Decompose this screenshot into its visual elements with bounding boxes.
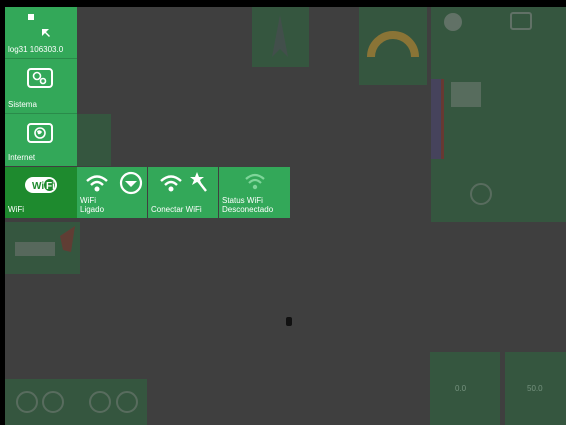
vehicle-marker <box>286 317 292 326</box>
wifi-status-icon <box>245 173 265 190</box>
color-scale-bar <box>431 79 441 159</box>
sync-icon <box>470 183 492 205</box>
menu-item-wifi[interactable]: Wi Fi WiFi <box>5 167 77 218</box>
wifi-toggle-tile[interactable]: WiFi Ligado <box>77 167 147 218</box>
gear-icon <box>16 391 38 413</box>
menu-item-label: WiFi <box>8 205 24 214</box>
book-icon <box>451 82 481 107</box>
connect-wifi-label: Conectar WiFi <box>151 205 202 214</box>
svg-text:Wi: Wi <box>32 181 44 192</box>
background-bottom-left-tile <box>5 379 147 425</box>
compass-arrow-icon <box>272 15 288 57</box>
tractor-icon <box>15 226 75 256</box>
speed-gauge-icon <box>367 31 419 58</box>
steering-wheel-icon <box>89 391 111 413</box>
menu-item-label: Sistema <box>8 100 37 109</box>
wifi-toggle-label: WiFi Ligado <box>80 196 105 214</box>
monitor-icon <box>510 12 532 30</box>
chevron-down-circle-icon[interactable] <box>119 171 143 195</box>
info-icon <box>116 391 138 413</box>
svg-text:Fi: Fi <box>46 181 55 192</box>
stop-square-icon <box>28 14 34 20</box>
menu-item-label: Internet <box>8 153 36 162</box>
wifi-signal-icon <box>160 175 182 192</box>
close-circle-icon <box>444 13 462 31</box>
globe-icon <box>27 123 53 143</box>
main-screen: 0.0 50.0 log31 106303.0 Sistema Internet… <box>5 7 566 425</box>
arrow-up-left-icon <box>42 29 50 37</box>
info-icon <box>42 391 64 413</box>
menu-item-sistema[interactable]: Sistema <box>5 59 77 113</box>
log-label: log31 106303.0 <box>8 45 64 54</box>
magic-wand-icon <box>190 172 207 192</box>
background-gauge-left: 0.0 <box>430 352 500 425</box>
gears-icon <box>27 68 53 88</box>
wifi-icon: Wi Fi <box>25 177 57 193</box>
wifi-status-tile[interactable]: Status WiFi Desconectado <box>219 167 290 218</box>
gauge-left-value: 0.0 <box>455 384 467 393</box>
background-status-panel <box>431 7 566 222</box>
background-tractor-tile <box>5 222 80 274</box>
menu-item-internet[interactable]: Internet <box>5 114 77 166</box>
background-gauge-right: 50.0 <box>505 352 566 425</box>
connect-wifi-tile[interactable]: Conectar WiFi <box>148 167 218 218</box>
background-compass-tile <box>252 7 309 67</box>
menu-header-tile[interactable]: log31 106303.0 <box>5 7 77 58</box>
background-speed-gauge <box>359 7 427 85</box>
gauge-right-value: 50.0 <box>527 384 543 393</box>
wifi-signal-icon <box>86 175 108 192</box>
wifi-status-label: Status WiFi Desconectado <box>222 196 274 214</box>
